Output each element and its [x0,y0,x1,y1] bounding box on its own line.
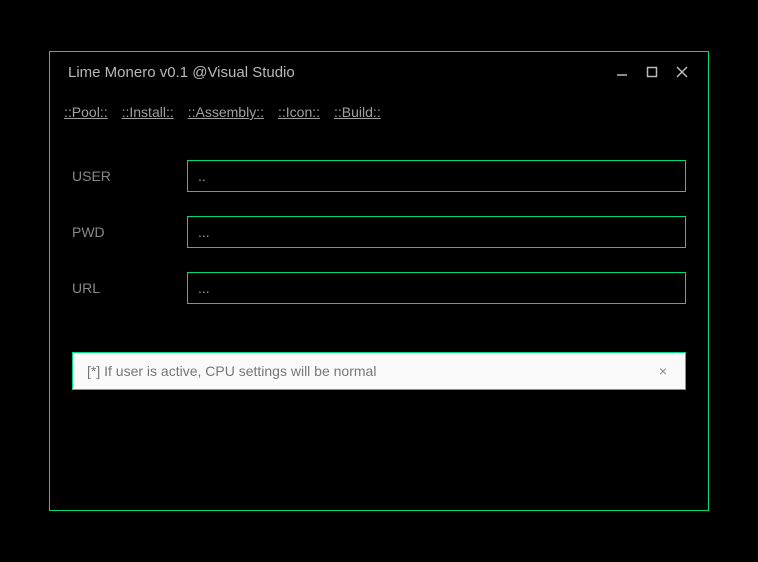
maximize-button[interactable] [644,64,660,80]
app-window: Lime Monero v0.1 @Visual Studio ::Poo [49,51,709,511]
window-title: Lime Monero v0.1 @Visual Studio [68,64,295,81]
minimize-button[interactable] [614,64,630,80]
tab-bar: ::Pool:: ::Install:: ::Assembly:: ::Icon… [50,92,708,122]
tab-pool[interactable]: ::Pool:: [64,104,108,122]
window-controls [614,64,690,80]
notice-close-button[interactable]: × [655,363,671,379]
tab-install[interactable]: ::Install:: [122,104,174,122]
url-input[interactable] [187,272,686,304]
form-row-user: USER [72,160,686,192]
tab-icon[interactable]: ::Icon:: [278,104,320,122]
user-input[interactable] [187,160,686,192]
minimize-icon [616,66,628,78]
close-button[interactable] [674,64,690,80]
notice-bar: [*] If user is active, CPU settings will… [72,352,686,390]
user-label: USER [72,168,187,184]
pwd-label: PWD [72,224,187,240]
pwd-input[interactable] [187,216,686,248]
form-row-url: URL [72,272,686,304]
form-row-pwd: PWD [72,216,686,248]
close-icon [676,66,688,78]
notice-text: [*] If user is active, CPU settings will… [87,363,376,379]
tab-build[interactable]: ::Build:: [334,104,381,122]
url-label: URL [72,280,187,296]
maximize-icon [646,66,658,78]
titlebar: Lime Monero v0.1 @Visual Studio [50,52,708,92]
tab-assembly[interactable]: ::Assembly:: [188,104,264,122]
form-area: USER PWD URL [50,122,708,304]
